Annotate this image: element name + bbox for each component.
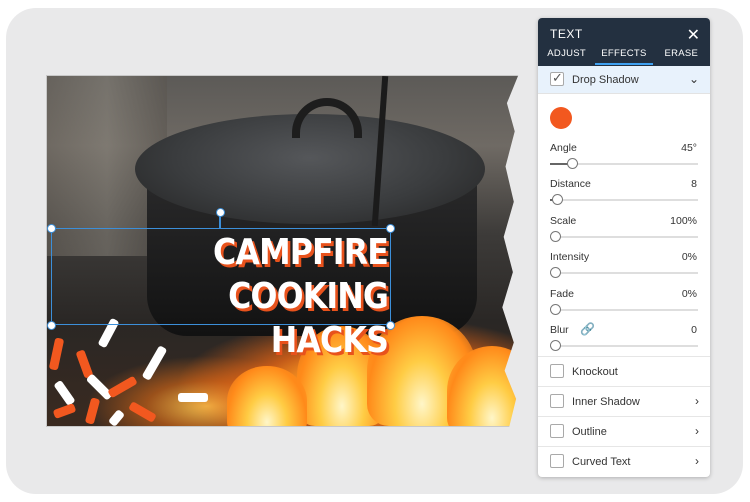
fade-slider[interactable] <box>550 304 698 315</box>
drop-shadow-checkbox[interactable] <box>550 70 564 86</box>
slider-thumb[interactable] <box>550 267 561 278</box>
panel-header: TEXT ✕ ADJUST EFFECTS ERASE <box>538 18 710 66</box>
close-icon[interactable]: ✕ <box>687 25 700 45</box>
curved-text-checkbox[interactable] <box>550 454 564 468</box>
panel-tabs: ADJUST EFFECTS ERASE <box>538 48 710 65</box>
distance-label: Distance <box>550 178 591 190</box>
inner-shadow-label: Inner Shadow <box>572 396 640 408</box>
resize-handle-bottom-left[interactable] <box>47 321 56 330</box>
chevron-right-icon[interactable]: › <box>695 424 699 438</box>
scale-slider[interactable] <box>550 231 698 242</box>
slider-thumb[interactable] <box>550 231 561 242</box>
headline-line-1: CAMPFIRE COOKING <box>213 232 389 317</box>
angle-label: Angle <box>550 142 577 154</box>
link-icon[interactable]: 🔗 <box>580 322 595 336</box>
distance-value: 8 <box>691 178 697 190</box>
headline-text[interactable]: CAMPFIRE COOKING HACKS <box>98 231 389 363</box>
scale-label: Scale <box>550 215 577 227</box>
tab-effects[interactable]: EFFECTS <box>595 48 653 65</box>
distance-slider[interactable] <box>550 194 698 205</box>
slider-thumb[interactable] <box>550 340 561 351</box>
lid-handle <box>292 98 362 138</box>
flame <box>227 366 307 426</box>
inner-shadow-row[interactable]: Inner Shadow › <box>538 386 710 416</box>
drop-shadow-row[interactable]: Drop Shadow ⌄ <box>538 66 710 94</box>
intensity-value: 0% <box>681 251 697 263</box>
curved-text-row[interactable]: Curved Text › <box>538 446 710 476</box>
tab-adjust[interactable]: ADJUST <box>538 48 595 65</box>
panel-title: TEXT <box>550 27 583 41</box>
angle-slider[interactable] <box>550 158 698 169</box>
slider-thumb[interactable] <box>550 304 561 315</box>
blur-slider[interactable] <box>550 340 698 351</box>
outline-label: Outline <box>572 426 607 438</box>
knockout-row[interactable]: Knockout <box>538 356 710 386</box>
tab-erase[interactable]: ERASE <box>653 48 710 65</box>
inner-shadow-checkbox[interactable] <box>550 394 564 408</box>
text-panel: TEXT ✕ ADJUST EFFECTS ERASE Drop Shadow … <box>538 18 710 477</box>
outline-row[interactable]: Outline › <box>538 416 710 446</box>
drop-shadow-label: Drop Shadow <box>572 74 639 86</box>
slider-thumb[interactable] <box>552 194 563 205</box>
intensity-slider[interactable] <box>550 267 698 278</box>
slider-thumb[interactable] <box>567 158 578 169</box>
scale-value: 100% <box>670 215 697 227</box>
headline-line-2: HACKS <box>270 320 389 361</box>
blur-value: 0 <box>691 324 697 336</box>
fade-label: Fade <box>550 288 574 300</box>
angle-value: 45° <box>681 142 697 154</box>
chevron-right-icon[interactable]: › <box>695 394 699 408</box>
knockout-checkbox[interactable] <box>550 364 564 378</box>
rotate-handle[interactable] <box>216 208 225 217</box>
chevron-right-icon[interactable]: › <box>695 454 699 468</box>
blur-label: Blur <box>550 324 569 336</box>
fade-value: 0% <box>681 288 697 300</box>
shadow-color-swatch[interactable] <box>550 107 572 129</box>
intensity-label: Intensity <box>550 251 590 263</box>
knockout-label: Knockout <box>572 366 618 378</box>
confetti-piece <box>178 393 208 402</box>
chevron-down-icon[interactable]: ⌄ <box>689 72 699 86</box>
resize-handle-top-left[interactable] <box>47 224 56 233</box>
curved-text-label: Curved Text <box>572 456 631 468</box>
outline-checkbox[interactable] <box>550 424 564 438</box>
